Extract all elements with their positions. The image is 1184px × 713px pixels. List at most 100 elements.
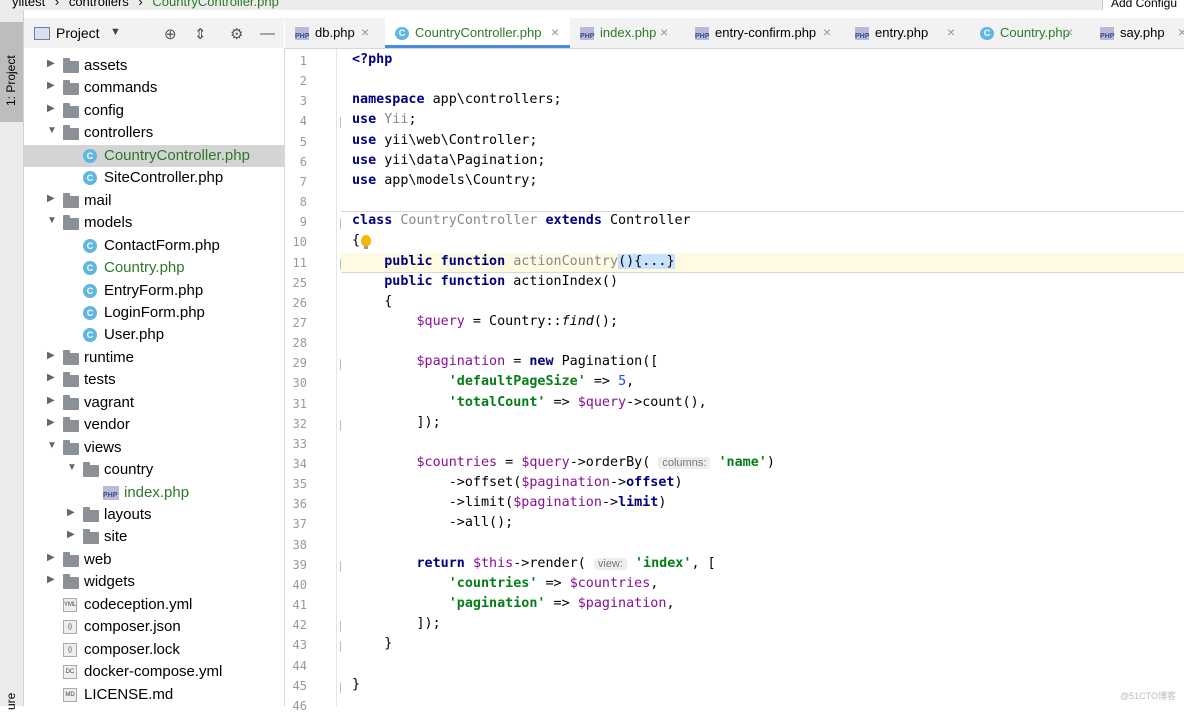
code-editor[interactable]: <?php namespace app\controllers; use Yii; u… (341, 49, 1184, 706)
code-line[interactable]: use Yii; (352, 112, 417, 127)
tree-item-commands[interactable]: ▶ commands (24, 77, 284, 99)
tree-item-tests[interactable]: ▶ tests (24, 369, 284, 391)
code-line[interactable]: 'pagination' => $pagination, (352, 596, 675, 611)
code-line[interactable]: ]); (352, 616, 440, 631)
chevron-right-icon[interactable]: ▶ (47, 574, 57, 585)
tree-item-composer-json[interactable]: {} composer.json (24, 616, 284, 638)
chevron-right-icon[interactable]: ▶ (47, 417, 57, 428)
code-line[interactable]: ->offset($pagination->offset) (352, 475, 683, 490)
tree-item-composer-lock[interactable]: {} composer.lock (24, 639, 284, 661)
tree-item-country[interactable]: ▼ country (24, 459, 284, 481)
close-icon[interactable]: × (1178, 24, 1184, 40)
tree-item-mail[interactable]: ▶ mail (24, 190, 284, 212)
code-line[interactable]: public function actionIndex() (352, 274, 618, 289)
breadcrumb-item-controllers[interactable]: controllers (69, 0, 129, 9)
tree-item-license-md[interactable]: MD LICENSE.md (24, 684, 284, 706)
code-line[interactable]: 'defaultPageSize' => 5, (352, 374, 634, 389)
tree-item-runtime[interactable]: ▶ runtime (24, 347, 284, 369)
lightbulb-icon[interactable] (361, 235, 371, 250)
tree-item-layouts[interactable]: ▶ layouts (24, 504, 284, 526)
chevron-right-icon[interactable]: ▶ (67, 507, 77, 518)
chevron-right-icon[interactable]: ▶ (47, 552, 57, 563)
tree-item-site[interactable]: ▶ site (24, 526, 284, 548)
tree-item-countrycontroller-php[interactable]: C CountryController.php (24, 144, 284, 167)
tab-entry-php[interactable]: PHP entry.php × (845, 18, 970, 48)
tree-item-models[interactable]: ▼ models (24, 212, 284, 234)
code-line[interactable]: use app\models\Country; (352, 173, 537, 188)
tree-item-entryform-php[interactable]: C EntryForm.php (24, 280, 284, 302)
code-line[interactable]: namespace app\controllers; (352, 92, 562, 107)
gear-icon[interactable]: ⚙ (230, 25, 243, 43)
project-tool-button[interactable]: 1: Project (0, 22, 23, 122)
tab-db-php[interactable]: PHP db.php × (285, 18, 385, 48)
chevron-down-icon[interactable]: ▼ (47, 215, 57, 226)
code-line[interactable]: public function actionCountry(){...} (352, 253, 675, 269)
tree-item-loginform-php[interactable]: C LoginForm.php (24, 302, 284, 324)
code-line[interactable]: $query = Country::find(); (352, 314, 619, 329)
code-line[interactable]: use yii\data\Pagination; (352, 153, 546, 168)
chevron-right-icon[interactable]: ▶ (47, 58, 57, 69)
code-line[interactable]: $countries = $query->orderBy( columns: '… (352, 455, 775, 470)
tree-item-index-php[interactable]: PHP index.php (24, 482, 284, 504)
collapse-icon[interactable]: ⇕ (194, 25, 207, 43)
tab-say-php[interactable]: PHP say.php × (1090, 18, 1184, 48)
close-icon[interactable]: × (660, 24, 668, 40)
tree-item-user-php[interactable]: C User.php (24, 324, 284, 346)
project-panel-title[interactable]: Project (56, 25, 100, 41)
tree-item-web[interactable]: ▶ web (24, 549, 284, 571)
tree-item-controllers[interactable]: ▼ controllers (24, 122, 284, 144)
code-line[interactable]: <?php (352, 52, 392, 67)
breadcrumb-item-project[interactable]: yiitest (12, 0, 45, 9)
tree-item-sitecontroller-php[interactable]: C SiteController.php (24, 167, 284, 189)
close-icon[interactable]: × (361, 24, 369, 40)
code-line[interactable]: $pagination = new Pagination([ (352, 354, 659, 369)
tree-item-contactform-php[interactable]: C ContactForm.php (24, 235, 284, 257)
code-line[interactable]: ->limit($pagination->limit) (352, 495, 667, 510)
chevron-down-icon[interactable]: ▼ (47, 125, 57, 136)
chevron-right-icon[interactable]: ▶ (47, 193, 57, 204)
code-line[interactable]: class CountryController extends Controll… (352, 213, 691, 228)
code-line[interactable]: { (352, 294, 392, 309)
breadcrumb-item-file[interactable]: CountryController.php (152, 0, 278, 9)
chevron-right-icon[interactable]: ▶ (47, 103, 57, 114)
code-line[interactable]: } (352, 636, 392, 651)
tree-item-assets[interactable]: ▶ assets (24, 55, 284, 77)
tree-item-views[interactable]: ▼ views (24, 437, 284, 459)
tree-item-config[interactable]: ▶ config (24, 100, 284, 122)
close-icon[interactable]: × (947, 24, 955, 40)
chevron-down-icon[interactable]: ▼ (110, 26, 121, 38)
tab-index-php[interactable]: PHP index.php × (570, 18, 685, 48)
chevron-right-icon[interactable]: ▶ (47, 350, 57, 361)
close-icon[interactable]: × (823, 24, 831, 40)
structure-tool-label[interactable]: ure (4, 693, 18, 710)
close-icon[interactable]: × (551, 24, 559, 40)
tree-item-docker-compose-yml[interactable]: DC docker-compose.yml (24, 661, 284, 683)
code-line[interactable]: ->all(); (352, 515, 514, 530)
line-number: 33 (292, 436, 307, 451)
tree-item-vagrant[interactable]: ▶ vagrant (24, 392, 284, 414)
tree-item-codeception-yml[interactable]: YML codeception.yml (24, 594, 284, 616)
tree-item-country-php[interactable]: C Country.php (24, 257, 284, 279)
code-line[interactable]: use yii\web\Controller; (352, 133, 537, 148)
add-configuration-button[interactable]: Add Configu (1101, 0, 1184, 10)
tab-entry-confirm-php[interactable]: PHP entry-confirm.php × (685, 18, 845, 48)
code-line[interactable]: 'totalCount' => $query->count(), (352, 395, 707, 410)
code-line[interactable]: ]); (352, 415, 440, 430)
chevron-right-icon[interactable]: ▶ (47, 395, 57, 406)
code-line[interactable]: 'countries' => $countries, (352, 576, 659, 591)
tree-item-widgets[interactable]: ▶ widgets (24, 571, 284, 593)
minimize-icon[interactable]: — (260, 25, 275, 42)
code-line[interactable]: { (352, 233, 360, 248)
close-icon[interactable]: × (1065, 24, 1073, 40)
tab-countrycontroller-php[interactable]: C CountryController.php × (385, 18, 570, 48)
chevron-right-icon[interactable]: ▶ (47, 372, 57, 383)
target-icon[interactable]: ⊕ (164, 25, 177, 43)
code-line[interactable]: } (352, 677, 360, 692)
chevron-right-icon[interactable]: ▶ (47, 80, 57, 91)
tree-item-vendor[interactable]: ▶ vendor (24, 414, 284, 436)
tab-country-php[interactable]: C Country.php × (970, 18, 1090, 48)
chevron-down-icon[interactable]: ▼ (67, 462, 77, 473)
chevron-right-icon[interactable]: ▶ (67, 529, 77, 540)
code-line[interactable]: return $this->render( view: 'index', [ (352, 556, 716, 571)
chevron-down-icon[interactable]: ▼ (47, 440, 57, 451)
